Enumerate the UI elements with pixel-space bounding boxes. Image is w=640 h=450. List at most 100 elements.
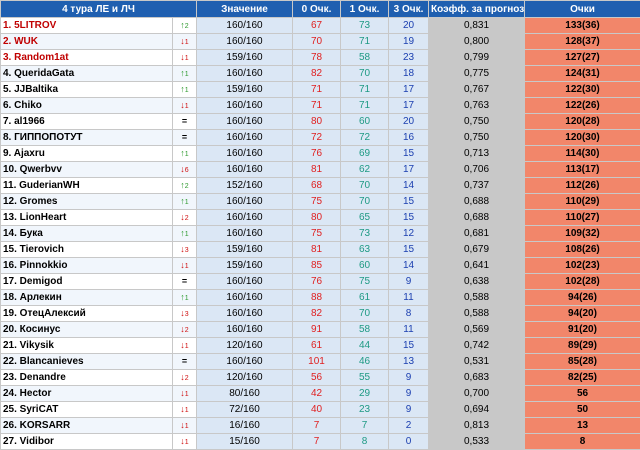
rank-change: ↑2 [173,18,197,34]
rank-change-amount: 1 [185,343,189,350]
points-cell: 85(28) [525,354,640,370]
value-cell: 160/160 [197,34,293,50]
table-row: 10. Qwerbvv↓6160/1608162170,706113(17) [1,162,640,178]
table-row: 1. 5LITROV↑2160/1606773200,831133(36) [1,18,640,34]
table-row: 5. JJBaltika↑1159/1607171170,767122(30) [1,82,640,98]
value-cell: 159/160 [197,258,293,274]
coefficient-cell: 0,750 [429,114,525,130]
three-points-cell: 18 [389,66,429,82]
value-cell: 160/160 [197,66,293,82]
rank-change: ↓3 [173,306,197,322]
player-name: 12. Gromes [1,194,173,210]
header-title: 4 тура ЛЕ и ЛЧ [1,1,197,18]
one-point-cell: 72 [341,130,389,146]
zero-points-cell: 56 [293,370,341,386]
rank-change: = [173,274,197,290]
player-name: 16. Pinnokkio [1,258,173,274]
points-cell: 102(28) [525,274,640,290]
zero-points-cell: 72 [293,130,341,146]
player-name: 20. Косинус [1,322,173,338]
table-row: 24. Hector↓180/160422990,70056 [1,386,640,402]
zero-points-cell: 71 [293,98,341,114]
coefficient-cell: 0,813 [429,418,525,434]
value-cell: 80/160 [197,386,293,402]
coefficient-cell: 0,694 [429,402,525,418]
points-cell: 120(30) [525,130,640,146]
one-point-cell: 71 [341,98,389,114]
rank-change-amount: 2 [185,215,189,222]
points-cell: 122(30) [525,82,640,98]
points-cell: 8 [525,434,640,450]
header-value: Значение [197,1,293,18]
player-name: 21. Vikysik [1,338,173,354]
table-row: 21. Vikysik↓1120/1606144150,74289(29) [1,338,640,354]
rank-change-amount: 6 [185,167,189,174]
points-cell: 91(20) [525,322,640,338]
table-row: 7. al1966=160/1608060200,750120(28) [1,114,640,130]
points-cell: 108(26) [525,242,640,258]
value-cell: 16/160 [197,418,293,434]
one-point-cell: 62 [341,162,389,178]
one-point-cell: 58 [341,50,389,66]
equals-icon: = [182,276,187,286]
header-zero-points: 0 Очк. [293,1,341,18]
header-points: Очки [525,1,640,18]
value-cell: 160/160 [197,354,293,370]
zero-points-cell: 82 [293,306,341,322]
table-row: 14. Бука↑1160/1607573120,681109(32) [1,226,640,242]
three-points-cell: 9 [389,370,429,386]
header-row: 4 тура ЛЕ и ЛЧ Значение 0 Очк. 1 Очк. 3 … [1,1,640,18]
player-name: 17. Demigod [1,274,173,290]
zero-points-cell: 61 [293,338,341,354]
one-point-cell: 70 [341,66,389,82]
rank-change: ↑2 [173,178,197,194]
points-cell: 13 [525,418,640,434]
zero-points-cell: 68 [293,178,341,194]
table-row: 22. Blancanieves=160/16010146130,53185(2… [1,354,640,370]
coefficient-cell: 0,681 [429,226,525,242]
table-row: 19. ОтецАлексий↓3160/160827080,58894(20) [1,306,640,322]
table-row: 15. Tierovich↓3159/1608163150,679108(26) [1,242,640,258]
zero-points-cell: 76 [293,146,341,162]
value-cell: 159/160 [197,82,293,98]
rank-change: ↓2 [173,322,197,338]
coefficient-cell: 0,641 [429,258,525,274]
three-points-cell: 9 [389,402,429,418]
one-point-cell: 71 [341,82,389,98]
rank-change-amount: 1 [185,39,189,46]
points-cell: 110(29) [525,194,640,210]
three-points-cell: 2 [389,418,429,434]
player-name: 14. Бука [1,226,173,242]
zero-points-cell: 70 [293,34,341,50]
points-cell: 94(20) [525,306,640,322]
one-point-cell: 60 [341,114,389,130]
one-point-cell: 75 [341,274,389,290]
points-cell: 114(30) [525,146,640,162]
rank-change-amount: 3 [185,247,189,254]
coefficient-cell: 0,706 [429,162,525,178]
one-point-cell: 73 [341,226,389,242]
rank-change-amount: 3 [185,311,189,318]
rank-change-amount: 1 [185,55,189,62]
three-points-cell: 15 [389,210,429,226]
coefficient-cell: 0,679 [429,242,525,258]
three-points-cell: 11 [389,322,429,338]
table-row: 3. Random1at↓1159/1607858230,799127(27) [1,50,640,66]
points-cell: 120(28) [525,114,640,130]
coefficient-cell: 0,763 [429,98,525,114]
zero-points-cell: 91 [293,322,341,338]
header-one-point: 1 Очк. [341,1,389,18]
three-points-cell: 14 [389,258,429,274]
coefficient-cell: 0,767 [429,82,525,98]
one-point-cell: 8 [341,434,389,450]
value-cell: 160/160 [197,322,293,338]
rank-change: = [173,114,197,130]
rank-change-amount: 1 [185,423,189,430]
points-cell: 82(25) [525,370,640,386]
player-name: 15. Tierovich [1,242,173,258]
table-row: 4. QueridaGata↑1160/1608270180,775124(31… [1,66,640,82]
table-row: 13. LionHeart↓2160/1608065150,688110(27) [1,210,640,226]
table-row: 27. Vidibor↓115/1607800,5338 [1,434,640,450]
zero-points-cell: 75 [293,226,341,242]
one-point-cell: 46 [341,354,389,370]
